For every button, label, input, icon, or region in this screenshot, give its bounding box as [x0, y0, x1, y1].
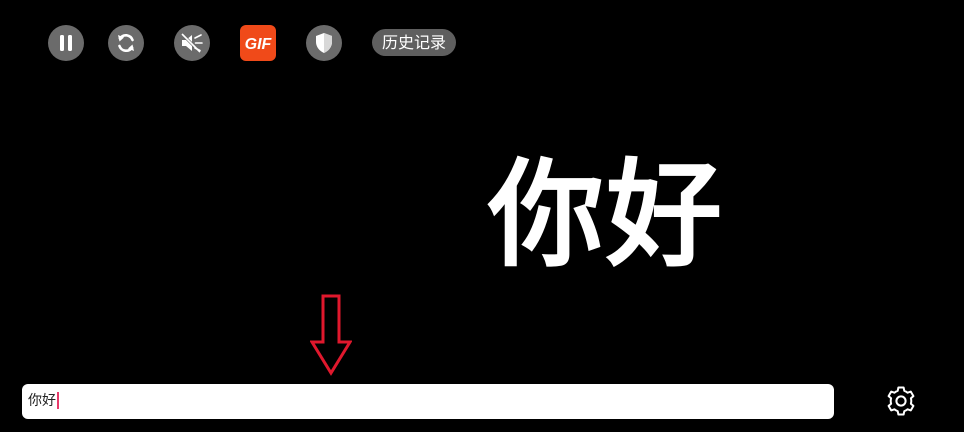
- gif-icon: GIF: [244, 34, 272, 52]
- settings-button[interactable]: [883, 385, 919, 421]
- app-screen: GIF 历史记录 你好 你好: [0, 0, 964, 432]
- speaker-muted-icon: [180, 32, 204, 54]
- top-toolbar: GIF 历史记录: [0, 0, 964, 84]
- shield-icon: [314, 32, 334, 54]
- gif-button[interactable]: GIF: [240, 25, 276, 61]
- mute-button[interactable]: [174, 25, 210, 61]
- shield-button[interactable]: [306, 25, 342, 61]
- refresh-icon: [115, 32, 137, 54]
- input-value: 你好: [28, 393, 56, 409]
- text-caret: [57, 391, 59, 409]
- text-input[interactable]: 你好: [22, 384, 834, 419]
- history-button[interactable]: 历史记录: [372, 29, 457, 56]
- down-arrow-icon: [309, 294, 353, 380]
- display-text: 你好: [488, 148, 724, 283]
- pause-button[interactable]: [48, 25, 84, 61]
- pause-icon: [57, 34, 75, 52]
- refresh-button[interactable]: [108, 25, 144, 61]
- gear-icon: [885, 385, 917, 421]
- gif-label: GIF: [245, 36, 272, 52]
